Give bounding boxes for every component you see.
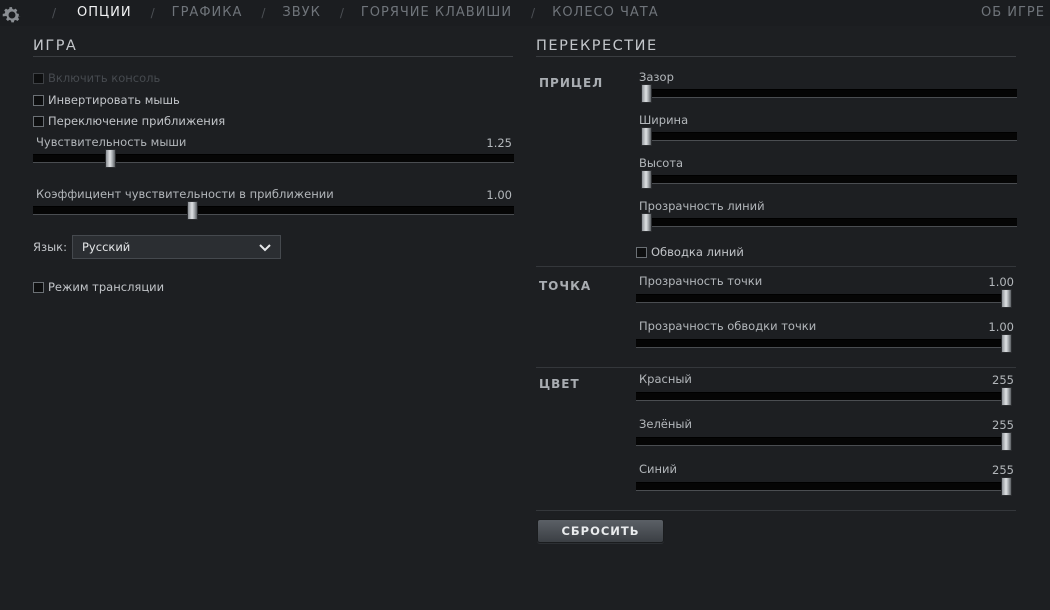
slider-track[interactable] — [33, 206, 514, 215]
console-label: Включить консоль — [48, 71, 161, 85]
dot-outline-opacity-slider[interactable] — [636, 334, 1012, 353]
stream-mode-checkbox[interactable]: Режим трансляции — [33, 280, 164, 294]
slider-thumb[interactable] — [641, 127, 652, 146]
console-checkbox[interactable]: Включить консоль — [33, 71, 160, 85]
sensitivity-slider[interactable] — [33, 149, 514, 168]
blue-label: Синий — [639, 462, 677, 476]
sensitivity-label: Чувствительность мыши — [36, 135, 187, 149]
slider-thumb[interactable] — [1001, 334, 1012, 353]
crosshair-section-title: ПЕРЕКРЕСТИЕ — [536, 38, 1016, 57]
green-value: 255 — [992, 418, 1014, 432]
top-nav: / ОПЦИИ / ГРАФИКА / ЗВУК / ГОРЯЧИЕ КЛАВИ… — [0, 0, 1050, 26]
slider-thumb[interactable] — [641, 213, 652, 232]
width-slider[interactable] — [641, 127, 1017, 146]
tab-separator: / — [52, 5, 57, 20]
slider-track[interactable] — [636, 339, 1012, 348]
slider-thumb[interactable] — [1001, 289, 1012, 308]
green-label: Зелёный — [639, 417, 692, 431]
tab-graphics[interactable]: ГРАФИКА — [172, 5, 243, 20]
checkbox-box[interactable] — [33, 115, 44, 127]
slider-thumb[interactable] — [104, 149, 116, 168]
section-divider — [536, 510, 1016, 511]
game-section-title: ИГРА — [33, 38, 513, 57]
language-select[interactable]: Русский — [72, 235, 281, 259]
dot-opacity-slider[interactable] — [636, 289, 1012, 308]
slider-track[interactable] — [636, 294, 1012, 303]
tab-separator: / — [339, 5, 344, 20]
gap-label: Зазор — [639, 70, 674, 84]
tab-sound[interactable]: ЗВУК — [282, 5, 320, 20]
blue-value: 255 — [992, 463, 1014, 477]
settings-screen: / ОПЦИИ / ГРАФИКА / ЗВУК / ГОРЯЧИЕ КЛАВИ… — [0, 0, 1050, 610]
checkbox-box[interactable] — [636, 246, 647, 258]
red-value: 255 — [992, 373, 1014, 387]
line-opacity-label: Прозрачность линий — [639, 199, 765, 213]
chevron-down-icon — [259, 244, 271, 252]
red-label: Красный — [639, 372, 692, 386]
slider-thumb[interactable] — [1001, 387, 1012, 406]
green-slider[interactable] — [636, 432, 1012, 451]
reset-button[interactable]: СБРОСИТЬ — [537, 519, 664, 543]
gap-slider[interactable] — [641, 84, 1017, 103]
nav-tabs: / ОПЦИИ / ГРАФИКА / ЗВУК / ГОРЯЧИЕ КЛАВИ… — [48, 5, 659, 20]
stream-mode-label: Режим трансляции — [48, 280, 165, 294]
tab-separator: / — [261, 5, 266, 20]
slider-thumb[interactable] — [1001, 432, 1012, 451]
slider-track[interactable] — [636, 482, 1012, 491]
tab-separator: / — [531, 5, 536, 20]
zoom-toggle-checkbox[interactable]: Переключение приближения — [33, 114, 225, 128]
checkbox-box[interactable] — [33, 94, 44, 106]
tab-chat-wheel[interactable]: КОЛЕСО ЧАТА — [552, 5, 659, 20]
slider-track[interactable] — [641, 218, 1017, 227]
dot-outline-opacity-value: 1.00 — [988, 320, 1014, 334]
section-divider — [536, 367, 1016, 368]
zoom-toggle-label: Переключение приближения — [48, 114, 226, 128]
dot-opacity-label: Прозрачность точки — [639, 274, 763, 288]
checkbox-box[interactable] — [33, 72, 44, 84]
dot-outline-opacity-label: Прозрачность обводки точки — [639, 319, 817, 333]
slider-track[interactable] — [641, 89, 1017, 98]
tab-options[interactable]: ОПЦИИ — [77, 5, 132, 20]
zoom-sensitivity-value: 1.00 — [486, 188, 512, 202]
sight-group-label: ПРИЦЕЛ — [539, 76, 604, 90]
line-opacity-slider[interactable] — [641, 213, 1017, 232]
red-slider[interactable] — [636, 387, 1012, 406]
invert-mouse-checkbox[interactable]: Инвертировать мышь — [33, 93, 180, 107]
dot-opacity-value: 1.00 — [988, 275, 1014, 289]
color-group-label: ЦВЕТ — [539, 377, 580, 391]
zoom-sensitivity-slider[interactable] — [33, 201, 514, 220]
section-divider — [536, 266, 1016, 267]
line-outline-checkbox[interactable]: Обводка линий — [636, 245, 744, 259]
height-label: Высота — [639, 156, 684, 170]
line-outline-label: Обводка линий — [651, 245, 744, 259]
slider-track[interactable] — [641, 132, 1017, 141]
language-value: Русский — [82, 240, 131, 254]
width-label: Ширина — [639, 113, 689, 127]
tab-about[interactable]: ОБ ИГРЕ — [981, 5, 1045, 20]
tab-hotkeys[interactable]: ГОРЯЧИЕ КЛАВИШИ — [361, 5, 512, 20]
gear-icon[interactable] — [1, 4, 23, 26]
checkbox-box[interactable] — [33, 281, 44, 293]
height-slider[interactable] — [641, 170, 1017, 189]
sensitivity-value: 1.25 — [486, 136, 512, 150]
invert-mouse-label: Инвертировать мышь — [48, 93, 180, 107]
slider-thumb[interactable] — [186, 201, 198, 220]
dot-group-label: ТОЧКА — [539, 279, 592, 293]
slider-thumb[interactable] — [641, 170, 652, 189]
slider-thumb[interactable] — [641, 84, 652, 103]
slider-track[interactable] — [636, 437, 1012, 446]
slider-track[interactable] — [636, 392, 1012, 401]
slider-thumb[interactable] — [1001, 477, 1012, 496]
zoom-sensitivity-label: Коэффициент чувствительности в приближен… — [36, 187, 334, 201]
slider-track[interactable] — [641, 175, 1017, 184]
tab-separator: / — [150, 5, 155, 20]
blue-slider[interactable] — [636, 477, 1012, 496]
language-label: Язык: — [33, 240, 68, 254]
